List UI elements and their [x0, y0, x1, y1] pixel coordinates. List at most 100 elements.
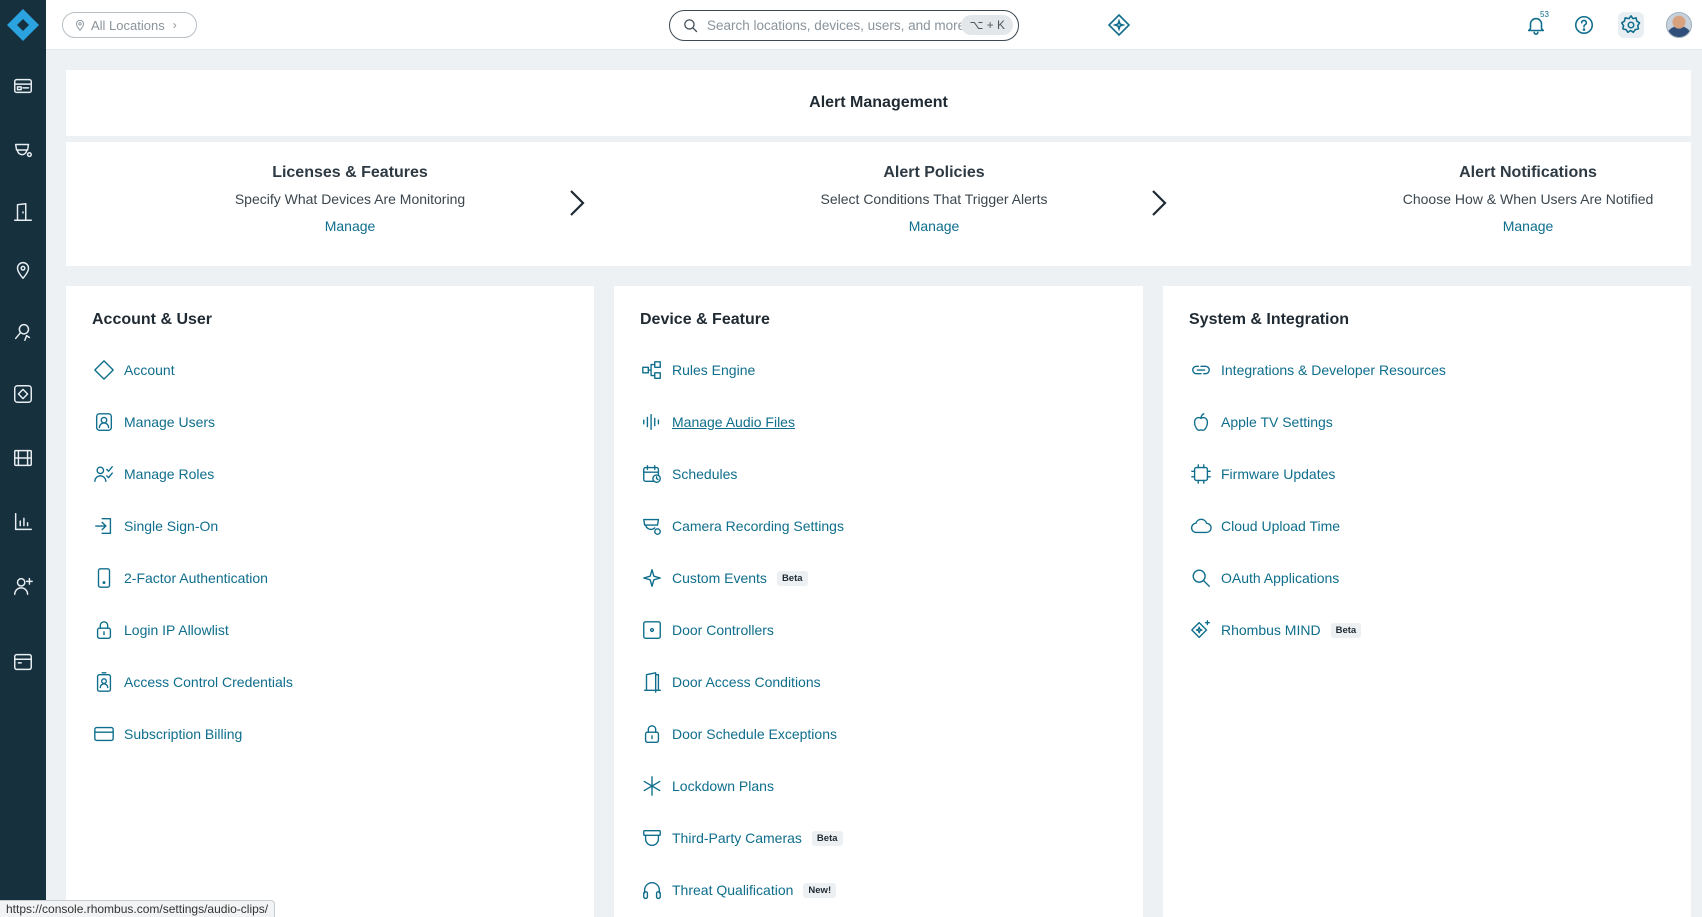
user-badge-icon — [92, 410, 116, 434]
apple-tv-settings-link[interactable]: Apple TV Settings — [1189, 409, 1333, 435]
search-people-icon[interactable] — [11, 320, 35, 344]
help-button[interactable] — [1571, 12, 1597, 38]
cloud-upload-time-link[interactable]: Cloud Upload Time — [1189, 513, 1340, 539]
diamond-sparkle-icon — [1107, 13, 1131, 37]
flow-icon — [640, 358, 664, 382]
system-integration-section: System & Integration Integrations & Deve… — [1163, 286, 1691, 917]
item-label: Single Sign-On — [124, 518, 219, 534]
video-wall-icon[interactable] — [11, 446, 35, 470]
rules-engine-link[interactable]: Rules Engine — [640, 357, 755, 383]
top-bar: All Locations › ⌥ + K 53 — [46, 0, 1702, 50]
asterisk-icon — [640, 774, 664, 798]
firmware-updates-link[interactable]: Firmware Updates — [1189, 461, 1335, 487]
step-licenses-features: Licenses & Features Specify What Devices… — [150, 164, 550, 234]
browser-icon[interactable] — [11, 650, 35, 674]
gear-icon — [1620, 15, 1641, 34]
step-description: Specify What Devices Are Monitoring — [234, 191, 466, 207]
step-description: Choose How & When Users Are Notified — [1402, 191, 1654, 207]
add-user-icon[interactable] — [11, 574, 35, 598]
headset-icon — [640, 878, 664, 902]
manage-notifications-link[interactable]: Manage — [1328, 218, 1702, 234]
access-control-credentials-link[interactable]: Access Control Credentials — [92, 669, 293, 695]
account-user-section: Account & User Account Manage Users Mana… — [66, 286, 594, 917]
door-controller-icon — [640, 618, 664, 642]
manage-policies-link[interactable]: Manage — [734, 218, 1134, 234]
locations-icon[interactable] — [11, 258, 35, 282]
door-controllers-link[interactable]: Door Controllers — [640, 617, 774, 643]
new-badge: New! — [803, 882, 837, 898]
notifications-button[interactable]: 53 — [1523, 10, 1549, 38]
item-label: Subscription Billing — [124, 726, 243, 742]
item-label: Lockdown Plans — [672, 778, 774, 794]
third-party-cameras-link[interactable]: Third-Party Cameras Beta — [640, 825, 843, 851]
beta-badge: Beta — [1330, 622, 1362, 638]
item-label: OAuth Applications — [1221, 570, 1340, 586]
manage-licenses-link[interactable]: Manage — [150, 218, 550, 234]
integrations-link[interactable]: Integrations & Developer Resources — [1189, 357, 1446, 383]
item-label: Manage Users — [124, 414, 216, 430]
mind-sparkle-icon — [1189, 618, 1213, 642]
item-label: Third-Party Cameras — [672, 830, 802, 846]
rhombus-logo-icon[interactable] — [6, 8, 40, 42]
item-label: Manage Audio Files — [672, 414, 795, 430]
link-icon — [1189, 358, 1213, 382]
item-label: Account — [124, 362, 175, 378]
item-label: Access Control Credentials — [124, 674, 293, 690]
calendar-clock-icon — [640, 462, 664, 486]
item-label: Threat Qualification — [672, 882, 794, 898]
rhombus-mind-link[interactable]: Rhombus MIND Beta — [1189, 617, 1362, 643]
camera-recording-settings-link[interactable]: Camera Recording Settings — [640, 513, 844, 539]
location-selector[interactable]: All Locations › — [62, 12, 197, 38]
custom-events-link[interactable]: Custom Events Beta — [640, 565, 808, 591]
settings-button[interactable] — [1618, 12, 1644, 38]
login-ip-allowlist-link[interactable]: Login IP Allowlist — [92, 617, 229, 643]
cameras-icon[interactable] — [11, 138, 35, 162]
chevron-right-icon — [566, 188, 588, 218]
user-avatar[interactable] — [1666, 12, 1692, 38]
chevron-right-icon: › — [172, 18, 177, 32]
search-shortcut: ⌥ + K — [961, 15, 1013, 35]
two-factor-auth-link[interactable]: 2-Factor Authentication — [92, 565, 268, 591]
search-input[interactable] — [707, 18, 977, 33]
door-schedule-exceptions-link[interactable]: Door Schedule Exceptions — [640, 721, 837, 747]
help-icon — [1574, 15, 1594, 35]
step-alert-policies: Alert Policies Select Conditions That Tr… — [734, 164, 1134, 234]
beta-badge: Beta — [776, 570, 808, 586]
threat-qualification-link[interactable]: Threat Qualification New! — [640, 877, 837, 903]
oauth-applications-link[interactable]: OAuth Applications — [1189, 565, 1339, 591]
step-title: Licenses & Features — [272, 164, 428, 181]
manage-users-link[interactable]: Manage Users — [92, 409, 215, 435]
doors-icon[interactable] — [11, 200, 35, 224]
step-title: Alert Notifications — [1459, 164, 1597, 181]
item-label: Cloud Upload Time — [1221, 518, 1341, 534]
sidebar — [0, 0, 46, 917]
account-link[interactable]: Account — [92, 357, 175, 383]
item-label: Manage Roles — [124, 466, 215, 482]
subscription-billing-link[interactable]: Subscription Billing — [92, 721, 242, 747]
camera-settings-icon — [640, 514, 664, 538]
manage-roles-link[interactable]: Manage Roles — [92, 461, 214, 487]
door-access-conditions-link[interactable]: Door Access Conditions — [640, 669, 821, 695]
lockdown-plans-link[interactable]: Lockdown Plans — [640, 773, 774, 799]
manage-audio-files-link[interactable]: Manage Audio Files — [640, 409, 795, 435]
chevron-right-icon — [1148, 188, 1170, 218]
ai-assistant-button[interactable] — [1107, 13, 1131, 37]
credit-card-icon — [92, 722, 116, 746]
sparkle-icon — [640, 566, 664, 590]
schedules-link[interactable]: Schedules — [640, 461, 737, 487]
chip-icon — [1189, 462, 1213, 486]
reports-icon[interactable] — [11, 510, 35, 534]
cloud-icon — [1189, 514, 1213, 538]
integrations-icon[interactable] — [11, 382, 35, 406]
item-label: Integrations & Developer Resources — [1221, 362, 1446, 378]
step-title: Alert Policies — [883, 164, 985, 181]
search-key-icon — [1189, 566, 1213, 590]
link-preview-statusbar: https://console.rhombus.com/settings/aud… — [0, 900, 276, 917]
global-search[interactable]: ⌥ + K — [669, 10, 1019, 41]
item-label: Door Schedule Exceptions — [672, 726, 837, 742]
dashboard-icon[interactable] — [11, 74, 35, 98]
page-title: Alert Management — [809, 94, 948, 111]
audio-wave-icon — [640, 410, 664, 434]
item-label: Login IP Allowlist — [124, 622, 229, 638]
single-sign-on-link[interactable]: Single Sign-On — [92, 513, 218, 539]
